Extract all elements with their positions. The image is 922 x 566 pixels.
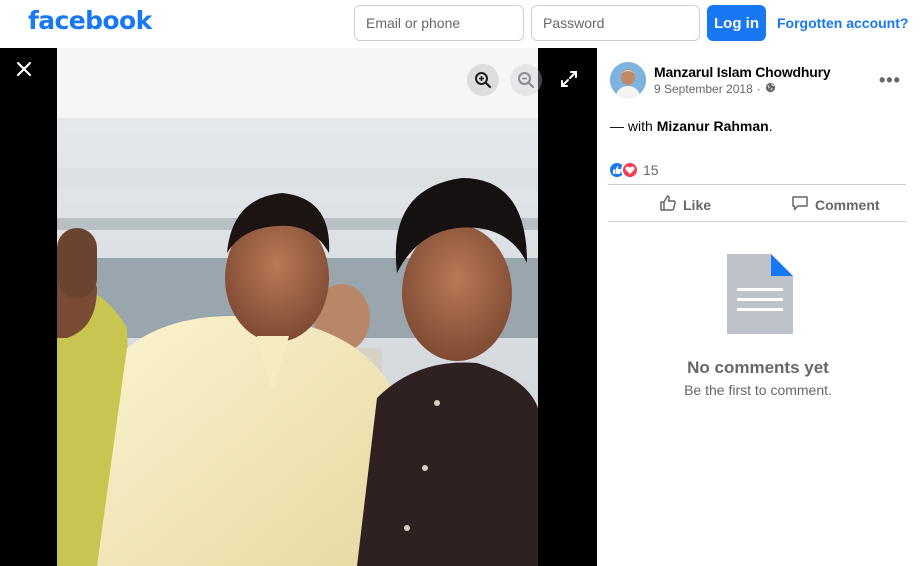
reactions-summary[interactable]: 15 <box>608 161 659 179</box>
comment-icon <box>791 194 809 215</box>
forgot-account-link[interactable]: Forgotten account? <box>777 15 908 31</box>
more-options-icon[interactable]: ••• <box>879 70 901 91</box>
comment-label: Comment <box>815 196 880 213</box>
expand-icon[interactable] <box>558 68 580 90</box>
zoom-out-icon[interactable] <box>510 64 542 96</box>
like-button[interactable]: Like <box>659 194 711 215</box>
close-icon[interactable] <box>12 58 36 82</box>
post-date[interactable]: 9 September 2018 <box>654 82 753 96</box>
tagged-person-link[interactable]: Mizanur Rahman <box>657 118 769 134</box>
divider <box>608 184 906 185</box>
like-label: Like <box>683 196 712 213</box>
avatar[interactable] <box>610 62 646 98</box>
document-icon <box>727 254 793 334</box>
thumbs-up-icon <box>659 194 677 215</box>
divider <box>608 221 906 222</box>
post-meta: 9 September 2018 · <box>654 82 776 96</box>
globe-icon <box>765 82 776 96</box>
email-input[interactable] <box>354 5 524 41</box>
facebook-logo[interactable]: facebook <box>28 6 152 35</box>
post-photo <box>57 48 538 566</box>
password-input[interactable] <box>531 5 700 41</box>
zoom-in-icon[interactable] <box>467 64 499 96</box>
reaction-count: 15 <box>643 162 659 178</box>
post-caption: — with Mizanur Rahman. <box>610 118 773 134</box>
caption-suffix: . <box>768 118 773 134</box>
post-panel: Manzarul Islam Chowdhury 9 September 201… <box>597 48 922 566</box>
love-icon <box>621 161 639 179</box>
login-button[interactable]: Log in <box>707 5 766 41</box>
photo-viewer <box>0 48 597 566</box>
comment-button[interactable]: Comment <box>791 194 880 215</box>
no-comments-subtitle: Be the first to comment. <box>684 382 832 398</box>
top-bar: facebook Log in Forgotten account? <box>0 0 922 48</box>
meta-separator: · <box>756 82 761 96</box>
no-comments-title: No comments yet <box>687 358 829 377</box>
post-author[interactable]: Manzarul Islam Chowdhury <box>654 64 831 80</box>
caption-prefix: — with <box>610 118 657 134</box>
